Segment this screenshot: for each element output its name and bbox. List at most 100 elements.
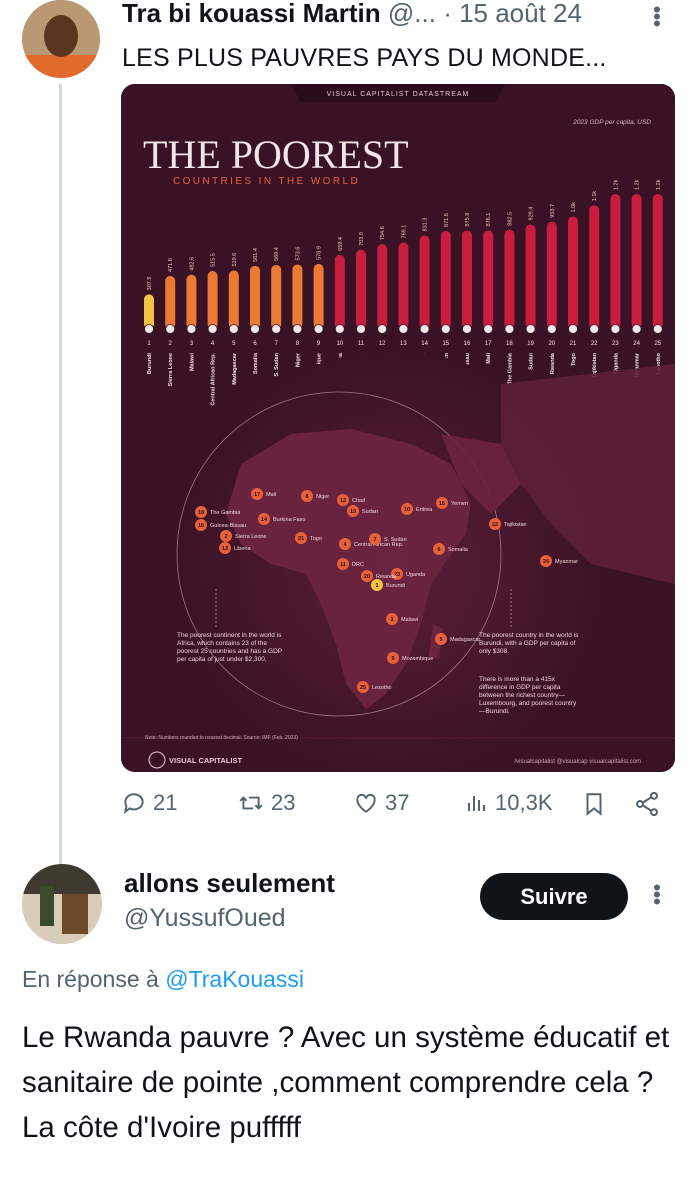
chart-subtitle: COUNTRIES IN THE WORLD (173, 176, 360, 187)
bar-value-label: 1.2k (635, 179, 641, 190)
share-icon (636, 791, 658, 817)
like-button[interactable]: 37 (353, 790, 409, 816)
map-country-label: Rwanda (376, 574, 397, 580)
map-marker-rank: 3 (390, 617, 393, 623)
author-avatar[interactable] (22, 0, 100, 78)
rank-label: 10 (336, 341, 343, 347)
rank-label: 17 (485, 341, 492, 347)
note-luxembourg: There is more than a 415x difference in … (479, 676, 577, 715)
reply-more-options-icon[interactable]: • • • (652, 877, 662, 913)
bar-value-label: 515.5 (211, 253, 217, 267)
in-reply-to: En réponse à @TraKouassi (22, 966, 304, 993)
category-label: S. Sudan (274, 352, 280, 376)
avatar-photo (22, 0, 100, 78)
map-marker-rank: 17 (254, 492, 260, 498)
rank-label: 15 (442, 341, 449, 347)
map-marker-rank: 21 (298, 536, 304, 542)
map-marker-rank: 1 (375, 583, 378, 589)
flag-icon (440, 324, 451, 334)
map-marker-rank: 16 (198, 523, 204, 529)
map-country-label: DRC (352, 562, 364, 568)
retweet-button[interactable]: 23 (237, 790, 295, 816)
flag-icon (546, 324, 557, 334)
author-name[interactable]: Tra bi kouassi Martin (122, 0, 381, 28)
in-reply-to-link[interactable]: @TraKouassi (165, 966, 304, 992)
author-name-row[interactable]: Tra bi kouassi Martin @... · 15 août 24 (122, 0, 582, 29)
reply-icon (123, 793, 144, 814)
flag-icon (144, 324, 154, 334)
chart-title: THE POOREST (143, 132, 409, 177)
map-marker-rank: 15 (439, 501, 445, 507)
footer-links: /visualcapitalist @visualcap visualcapit… (515, 759, 641, 765)
map-marker-rank: 11 (340, 562, 346, 568)
author-handle[interactable]: @... (388, 0, 436, 28)
rank-label: 25 (654, 341, 661, 347)
flag-icon (334, 324, 345, 334)
reply-button[interactable]: 21 (121, 790, 177, 816)
reply-avatar-photo (22, 864, 102, 944)
tweet-actions: 21 23 37 10,3K (121, 790, 666, 830)
map-country-label: Sierra Leone (235, 534, 267, 540)
bar (228, 270, 239, 329)
map-marker-rank: 19 (350, 509, 356, 515)
bar (186, 274, 197, 329)
follow-button[interactable]: Suivre (480, 873, 628, 920)
reply-author-name[interactable]: allons seulement (124, 868, 335, 899)
map-country-label: Yemen (451, 501, 468, 507)
infographic-chart: VISUAL CAPITALIST DATASTREAM 2023 GDP pe… (121, 84, 675, 772)
map-country-label: Lesotho (372, 685, 392, 691)
bar (568, 216, 578, 329)
map-marker-rank: 12 (340, 498, 346, 504)
flag-icon (207, 324, 218, 334)
bar (377, 244, 388, 329)
tweet-date[interactable]: · 15 août 24 (443, 0, 582, 28)
bar-value-label: 471.6 (168, 258, 174, 272)
map-marker-rank: 8 (305, 494, 308, 500)
header-banner: VISUAL CAPITALIST DATASTREAM (327, 91, 470, 98)
map-country-label: Chad (352, 498, 365, 504)
category-label: Rwanda (550, 352, 556, 374)
bar (356, 249, 366, 329)
bar-value-label: 876.1 (486, 213, 492, 227)
map-marker-rank: 9 (391, 656, 394, 662)
rank-label: 12 (379, 341, 386, 347)
bar (610, 194, 621, 329)
category-label: Mali (486, 353, 492, 364)
bar-value-label: 882.5 (507, 212, 513, 226)
share-button[interactable] (633, 790, 667, 818)
rank-label: 20 (548, 341, 555, 347)
bar (589, 205, 600, 329)
more-options-icon[interactable]: • • • (652, 0, 662, 35)
map-country-label: Uganda (406, 572, 426, 578)
bookmark-button[interactable] (581, 790, 613, 818)
flag-icon (589, 324, 600, 334)
bar (165, 275, 176, 329)
rank-label: 21 (570, 341, 577, 347)
rank-label: 24 (633, 341, 640, 347)
map-country-label: Guinea-Bissau (210, 523, 246, 529)
flag-icon (250, 324, 260, 334)
map-country-label: Mali (266, 492, 276, 498)
bar-value-label: 573.6 (295, 247, 301, 261)
category-label: Niger (295, 352, 301, 367)
bar-value-label: 754.6 (380, 226, 386, 240)
bar (462, 230, 472, 329)
rank-label: 18 (506, 341, 513, 347)
views-count: 10,3K (495, 790, 553, 815)
map-country-label: Liberia (234, 546, 251, 552)
bar-value-label: 703.9 (359, 232, 365, 246)
rank-label: 19 (527, 341, 534, 347)
map-country-label: Niger (316, 494, 329, 500)
note-africa: The poorest continent in the world is Af… (177, 632, 283, 663)
map-country-label: Myanmar (555, 559, 578, 565)
reply-author-handle[interactable]: @YussufOued (124, 904, 286, 933)
reply-avatar[interactable] (22, 864, 102, 944)
map-marker-rank: 7 (373, 537, 376, 543)
bar-value-label: 929.4 (529, 207, 535, 221)
map-marker-rank: 20 (364, 574, 370, 580)
bar-value-label: 953.7 (550, 204, 556, 218)
infographic-image[interactable]: VISUAL CAPITALIST DATASTREAM 2023 GDP pe… (121, 84, 675, 772)
views-button[interactable]: 10,3K (465, 790, 553, 816)
note-burundi: The poorest country in the world is Buru… (479, 632, 579, 655)
map-marker-rank: 14 (261, 517, 268, 523)
